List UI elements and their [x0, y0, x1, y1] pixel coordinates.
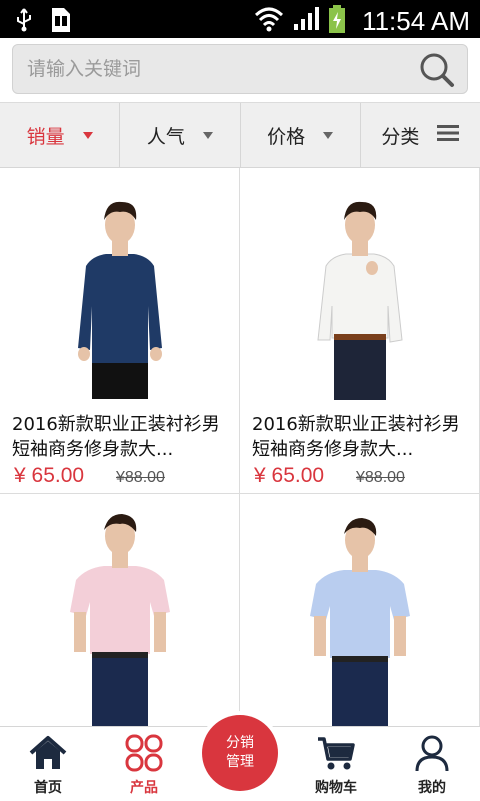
sort-tab-label: 分类	[381, 125, 420, 148]
product-image	[240, 168, 479, 404]
status-bar: 11:54 AM	[0, 0, 480, 38]
sort-bar: 销量 人气 价格 分类	[0, 102, 480, 168]
tab-home[interactable]: 首页	[0, 727, 96, 801]
product-image	[0, 494, 239, 726]
dropdown-triangle-icon	[82, 131, 93, 139]
product-original-price: ¥88.00	[356, 469, 405, 486]
distribution-management-circle: 分销 管理	[202, 715, 278, 791]
dropdown-triangle-icon	[323, 131, 334, 139]
distribution-management-button[interactable]: 分销 管理	[198, 711, 282, 795]
sort-tab-label: 价格	[267, 125, 306, 148]
product-price: ¥ 65.00	[254, 464, 325, 487]
product-card[interactable]	[240, 494, 480, 726]
product-card[interactable]	[0, 494, 240, 726]
product-grid: 2016新款职业正装衬衫男短袖商务修身款大... ¥ 65.00 ¥88.00 …	[0, 168, 480, 726]
home-icon	[28, 733, 68, 773]
product-card[interactable]: 2016新款职业正装衬衫男短袖商务修身款大... ¥ 65.00 ¥88.00	[240, 168, 480, 494]
center-label-line1: 分销	[226, 735, 254, 751]
sort-tab-category[interactable]: 分类	[361, 103, 480, 167]
sort-tab-label: 人气	[146, 125, 185, 148]
product-price: ¥ 65.00	[14, 464, 85, 487]
bottom-nav: 首页 产品 分销 管理 购物车 我的	[0, 711, 480, 801]
dropdown-triangle-icon	[202, 131, 213, 139]
search-bar	[0, 38, 480, 102]
search-icon[interactable]	[417, 51, 457, 89]
product-image	[0, 168, 239, 404]
product-image	[240, 494, 479, 726]
product-title: 2016新款职业正装衬衫男短袖商务修身款大...	[12, 414, 220, 460]
center-label-line2: 管理	[226, 754, 254, 770]
tab-label: 首页	[34, 780, 62, 796]
sort-tab-price[interactable]: 价格	[241, 103, 361, 167]
sim-card-icon	[50, 6, 72, 38]
search-input[interactable]	[13, 45, 413, 93]
search-box	[12, 44, 468, 94]
usb-icon	[14, 7, 34, 37]
sort-tab-label: 销量	[26, 125, 65, 148]
tab-label: 购物车	[315, 780, 357, 796]
user-icon	[412, 733, 452, 773]
tab-label: 产品	[130, 780, 158, 796]
battery-charging-icon	[328, 4, 346, 38]
product-original-price: ¥88.00	[116, 469, 165, 486]
products-grid-icon	[124, 733, 164, 773]
tab-cart[interactable]: 购物车	[288, 727, 384, 801]
wifi-icon	[254, 5, 284, 37]
menu-icon	[437, 124, 460, 147]
signal-icon	[292, 6, 320, 36]
sort-tab-popularity[interactable]: 人气	[120, 103, 241, 167]
tab-products[interactable]: 产品	[96, 727, 192, 801]
tab-label: 我的	[418, 780, 446, 796]
sort-tab-sales[interactable]: 销量	[0, 103, 121, 167]
tab-mine[interactable]: 我的	[384, 727, 480, 801]
product-card[interactable]: 2016新款职业正装衬衫男短袖商务修身款大... ¥ 65.00 ¥88.00	[0, 168, 240, 494]
clock: 11:54 AM	[362, 5, 470, 36]
product-title: 2016新款职业正装衬衫男短袖商务修身款大...	[252, 414, 460, 460]
cart-icon	[316, 733, 356, 773]
